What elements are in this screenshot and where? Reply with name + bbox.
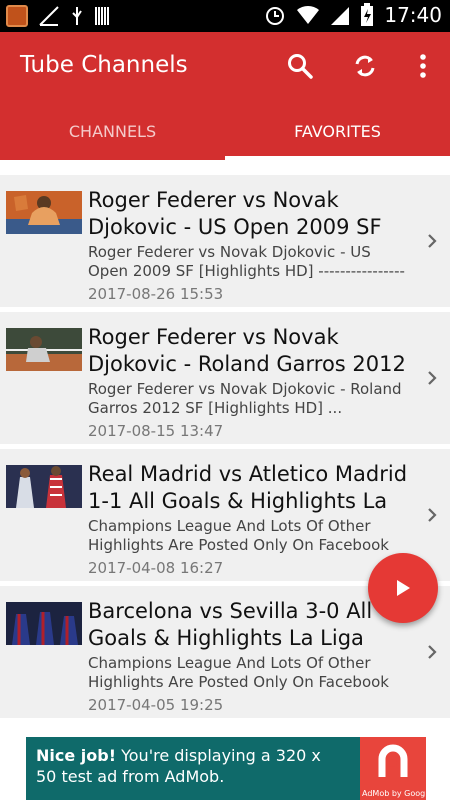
video-description: Roger Federer vs Novak Djokovic - Roland… bbox=[88, 380, 402, 417]
wifi-icon bbox=[297, 5, 320, 25]
ad-caption: AdMob by Google bbox=[362, 789, 433, 798]
video-thumbnail bbox=[6, 602, 82, 645]
video-description: Champions League And Lots Of Other Highl… bbox=[88, 654, 389, 691]
alarm-icon bbox=[266, 7, 285, 25]
refresh-icon bbox=[355, 55, 375, 77]
status-right: 17:40 bbox=[264, 3, 442, 27]
video-date: 2017-08-26 15:53 bbox=[88, 285, 224, 303]
list-item[interactable]: Roger Federer vs Novak Djokovic - US Ope… bbox=[0, 175, 450, 307]
overflow-menu-button[interactable] bbox=[407, 50, 439, 82]
chevron-right-icon bbox=[428, 371, 437, 385]
play-all-fab[interactable] bbox=[368, 553, 438, 623]
overflow-menu-icon bbox=[420, 54, 426, 78]
chevron-right-icon bbox=[428, 508, 437, 522]
video-title: Roger Federer vs Novak Djokovic - Roland… bbox=[88, 325, 406, 376]
chevron-right-icon bbox=[428, 234, 437, 248]
battery-charging-icon bbox=[361, 3, 374, 26]
video-description: Roger Federer vs Novak Djokovic - US Ope… bbox=[88, 243, 405, 280]
cell-signal-icon bbox=[331, 7, 350, 25]
status-time: 17:40 bbox=[384, 3, 442, 27]
tab-channels[interactable]: CHANNELS bbox=[0, 110, 225, 160]
video-title: Barcelona vs Sevilla 3-0 All Goals & Hig… bbox=[88, 599, 373, 650]
tab-bar: CHANNELS FAVORITES bbox=[0, 110, 450, 160]
play-icon bbox=[397, 580, 410, 596]
search-icon bbox=[288, 54, 313, 79]
admob-logo: AdMob by Google bbox=[360, 737, 432, 800]
list-item[interactable]: Roger Federer vs Novak Djokovic - Roland… bbox=[0, 312, 450, 444]
usb-icon bbox=[72, 7, 82, 25]
video-thumbnail bbox=[6, 328, 82, 371]
ad-text: Nice job! You're displaying a 320 x 50 t… bbox=[36, 745, 336, 787]
search-button[interactable] bbox=[284, 50, 316, 82]
video-thumbnail bbox=[6, 465, 82, 508]
video-date: 2017-04-08 16:27 bbox=[88, 559, 224, 577]
ad-headline: Nice job! bbox=[36, 746, 117, 765]
app-notification-icon bbox=[6, 5, 28, 27]
ad-banner[interactable]: Nice job! You're displaying a 320 x 50 t… bbox=[0, 737, 450, 800]
video-title: Real Madrid vs Atletico Madrid 1-1 All G… bbox=[88, 462, 408, 513]
status-bar: 17:40 bbox=[0, 0, 450, 32]
signal-off-icon bbox=[39, 6, 59, 26]
ad-content[interactable]: Nice job! You're displaying a 320 x 50 t… bbox=[26, 737, 432, 800]
video-date: 2017-08-15 13:47 bbox=[88, 422, 224, 440]
video-description: Champions League And Lots Of Other Highl… bbox=[88, 517, 389, 554]
video-title: Roger Federer vs Novak Djokovic - US Ope… bbox=[88, 188, 382, 239]
admob-icon bbox=[378, 744, 408, 777]
video-date: 2017-04-05 19:25 bbox=[88, 696, 224, 714]
app-title: Tube Channels bbox=[20, 52, 188, 78]
refresh-button[interactable] bbox=[349, 50, 381, 82]
chevron-right-icon bbox=[428, 645, 437, 659]
status-left bbox=[6, 5, 110, 27]
barcode-icon bbox=[95, 7, 109, 25]
tab-favorites[interactable]: FAVORITES bbox=[225, 110, 450, 160]
video-thumbnail bbox=[6, 191, 82, 234]
app-toolbar: Tube Channels CHANNELS FAVORITES bbox=[0, 32, 450, 160]
